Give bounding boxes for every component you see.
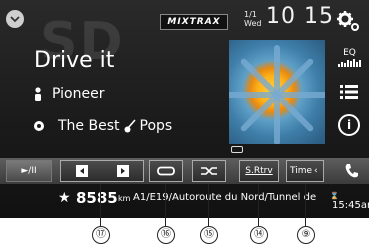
time-button[interactable]: Time ‹ [286, 160, 324, 182]
art-indicator [231, 146, 243, 153]
repeat-icon [157, 166, 175, 176]
callout-leader [258, 184, 259, 226]
guitar-icon [124, 119, 136, 133]
callout-leader [305, 184, 306, 226]
clock: 10 15 [266, 4, 334, 29]
chevron-left-icon: ‹ [314, 166, 318, 176]
gear-icon [337, 11, 359, 31]
callout-9: ⑨ [297, 226, 315, 244]
chevron-down-icon [10, 16, 20, 23]
next-track-icon[interactable] [116, 165, 129, 177]
shuffle-button[interactable] [192, 160, 226, 182]
star-icon: ★ [58, 190, 71, 206]
source-menu-button[interactable] [6, 10, 24, 28]
album-name-prefix: The Best [58, 118, 120, 134]
info-button[interactable]: i [338, 114, 360, 136]
list-button[interactable] [340, 84, 358, 104]
hourglass-icon: ⌛ [330, 192, 339, 200]
callout-leader [100, 184, 101, 226]
mixtrax-badge[interactable]: MIXTRAX [160, 14, 228, 30]
time-label: Time [290, 166, 313, 176]
eq-label: EQ [343, 48, 356, 58]
album-disc-icon [34, 121, 44, 131]
play-pause-button[interactable]: ►/II [6, 160, 52, 182]
artist-name: Pioneer [52, 86, 105, 102]
date-day: 1/1 [244, 10, 257, 19]
album-art [229, 40, 325, 144]
album-name-suffix: Pops [139, 118, 173, 134]
list-icon [340, 85, 358, 99]
callout-leader [208, 184, 209, 226]
control-bar: ►/II S.Rtrv Time ‹ [0, 158, 369, 184]
prev-track-icon[interactable] [75, 165, 88, 177]
shuffle-icon [201, 167, 217, 175]
eq-button[interactable]: EQ [338, 48, 361, 67]
eq-icon [338, 59, 361, 67]
head-unit-screen: SD MIXTRAX 1/1 Wed 10 15 Drive it Pionee… [0, 0, 369, 218]
callout-14: ⑭ [250, 226, 268, 244]
phone-button[interactable] [334, 160, 369, 182]
callout-16: ⑯ [157, 226, 175, 244]
date-weekday: Wed [244, 19, 262, 28]
eta-time: 15:45am [332, 200, 369, 211]
album-row: The Best Pops [34, 118, 172, 134]
sound-retriever-button[interactable]: S.Rtrv [239, 160, 279, 182]
settings-button[interactable] [336, 10, 360, 36]
phone-icon [345, 164, 358, 178]
callout-leader [165, 184, 166, 226]
play-pause-label: ►/II [21, 166, 37, 176]
track-skip-group [60, 160, 144, 182]
distance-unit: km [118, 194, 131, 203]
person-icon [35, 87, 41, 101]
artist-row: Pioneer [34, 86, 104, 102]
callout-15: ⑮ [200, 226, 218, 244]
navigation-bar: ★ 8585 km A1/E19/Autoroute du Nord/Tunne… [0, 186, 369, 216]
callout-row: ⑰ ⑯ ⑮ ⑭ ⑨ [0, 226, 369, 247]
distance-value: 8585 [76, 189, 118, 207]
repeat-button[interactable] [149, 160, 183, 182]
date-display: 1/1 Wed [244, 10, 261, 28]
track-title: Drive it [34, 48, 115, 73]
callout-17: ⑰ [92, 226, 110, 244]
info-icon: i [346, 118, 352, 132]
road-name: A1/E19/Autoroute du Nord/Tunnel de [133, 192, 317, 203]
